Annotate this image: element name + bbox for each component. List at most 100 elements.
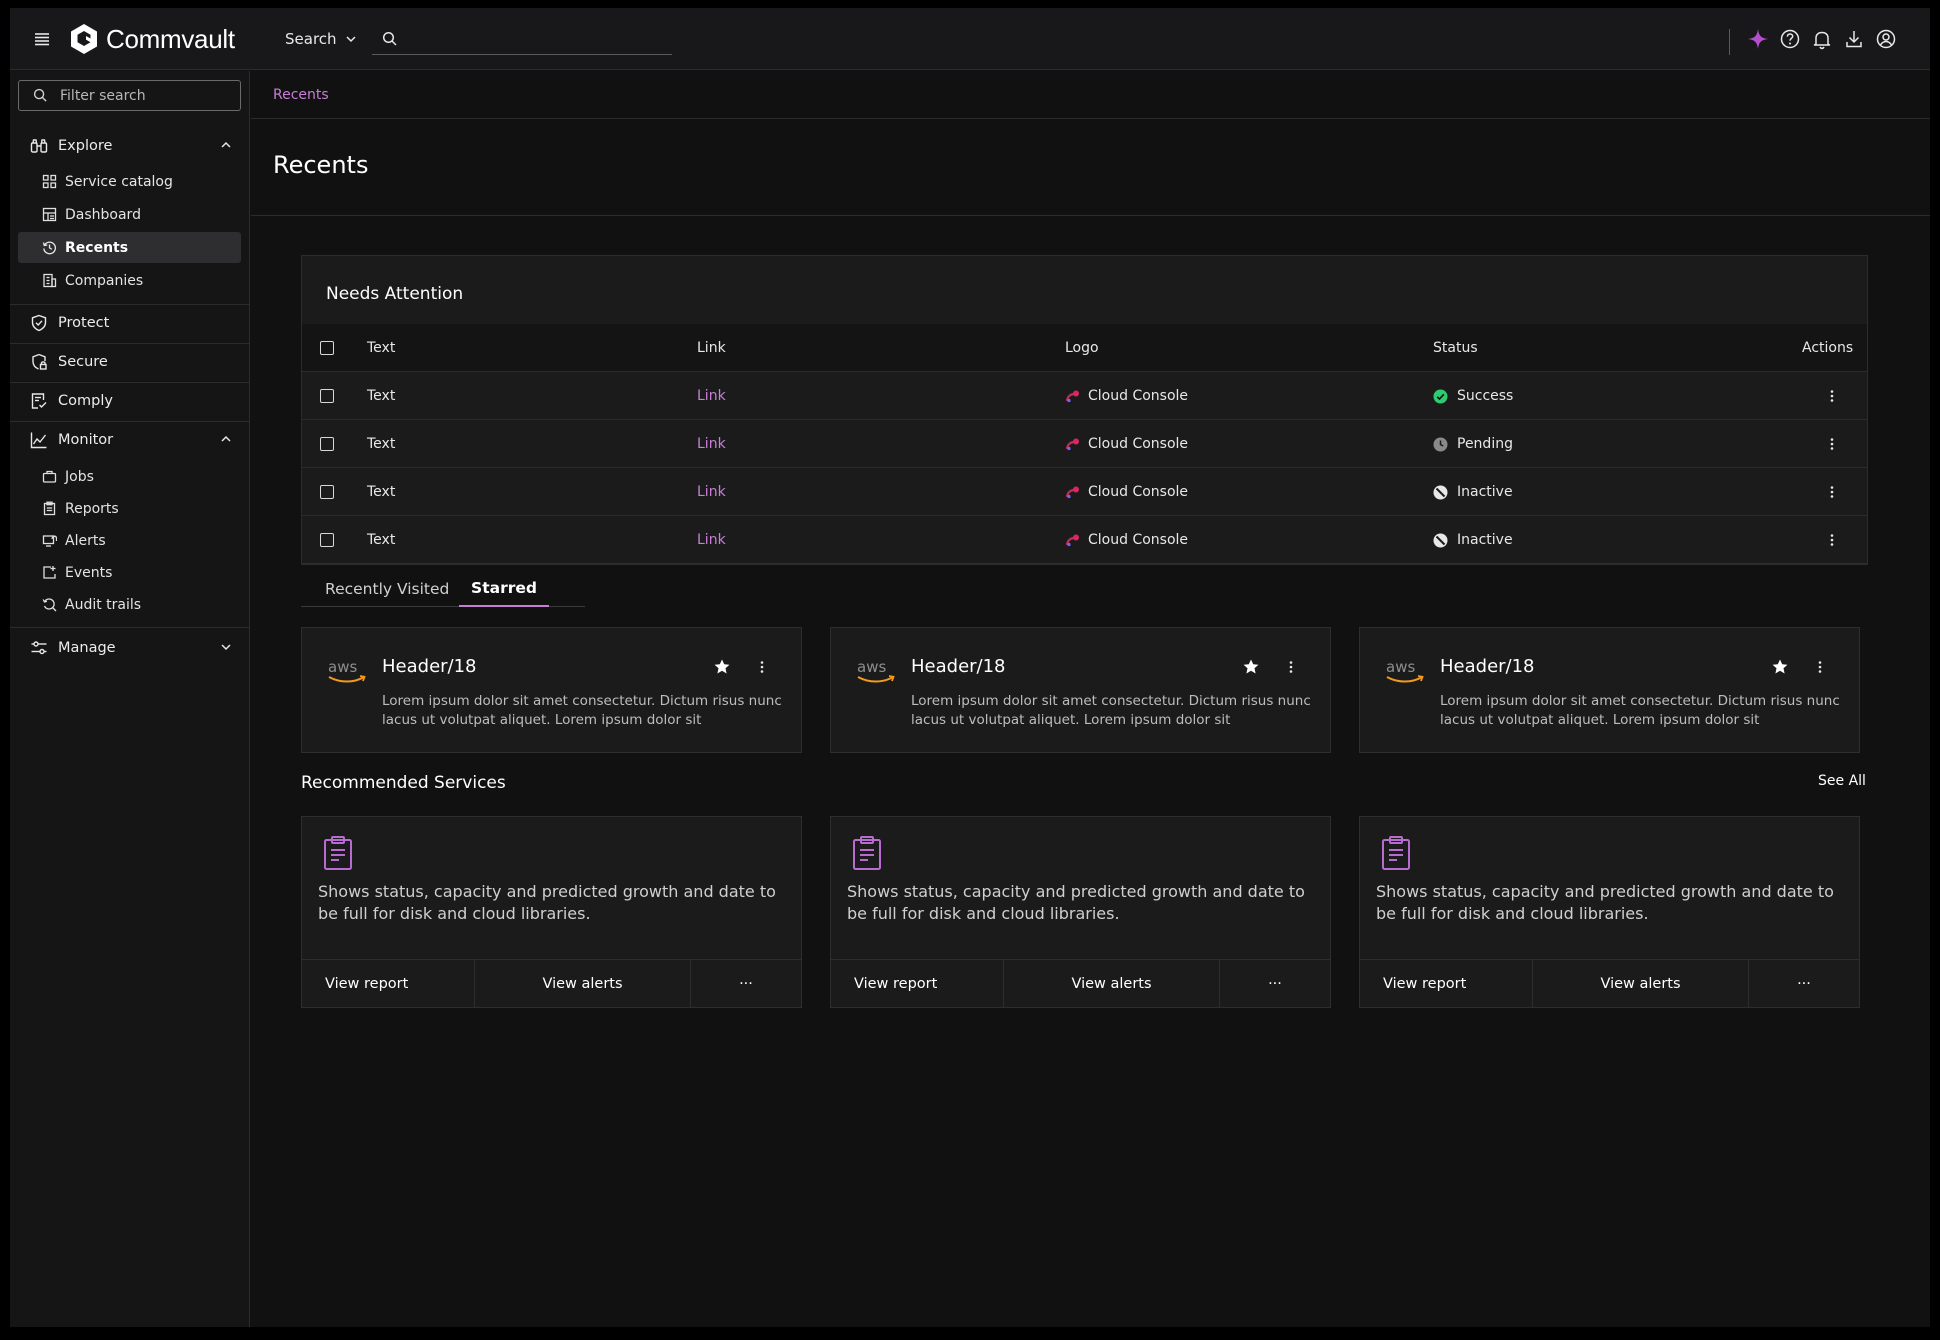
- recommended-card-actions: View report View alerts ···: [831, 959, 1330, 1007]
- row-link[interactable]: Link: [697, 516, 726, 564]
- sidebar-item-label: Audit trails: [65, 596, 142, 613]
- row-actions-kebab-icon[interactable]: [1823, 531, 1841, 549]
- breadcrumb-item-recents[interactable]: Recents: [273, 87, 329, 103]
- starred-card-title: Header/18: [382, 656, 477, 677]
- row-link[interactable]: Link: [697, 420, 726, 468]
- search-icon: [382, 31, 398, 47]
- row-checkbox[interactable]: [320, 533, 334, 547]
- cloud-console-logo-icon: [1065, 389, 1081, 403]
- help-icon[interactable]: [1779, 28, 1801, 50]
- view-report-button[interactable]: View report: [1360, 960, 1533, 1007]
- see-all-link[interactable]: See All: [1818, 773, 1866, 789]
- line-chart-icon: [30, 431, 48, 449]
- view-alerts-button[interactable]: View alerts: [1004, 960, 1220, 1007]
- view-alerts-button[interactable]: View alerts: [1533, 960, 1749, 1007]
- download-icon[interactable]: [1843, 28, 1865, 50]
- row-link[interactable]: Link: [697, 372, 726, 420]
- recommended-card-actions: View report View alerts ···: [302, 959, 801, 1007]
- breadcrumb: Recents: [251, 71, 1930, 119]
- commvault-logo[interactable]: Commvault: [68, 22, 235, 56]
- nav-group-protect[interactable]: Protect: [10, 306, 250, 340]
- bell-icon[interactable]: [1811, 28, 1833, 50]
- starred-card[interactable]: aws Header/18 Lorem ipsum dolor sit amet…: [830, 627, 1331, 753]
- briefcase-icon: [42, 469, 57, 484]
- aws-logo-text: aws: [328, 658, 357, 676]
- column-header-text[interactable]: Text: [367, 324, 395, 372]
- row-logo-label: Cloud Console: [1088, 484, 1189, 500]
- star-icon[interactable]: [1771, 658, 1789, 676]
- chevron-up-icon: [220, 139, 232, 151]
- tab-starred[interactable]: Starred: [459, 571, 549, 607]
- row-checkbox[interactable]: [320, 389, 334, 403]
- select-all-checkbox[interactable]: [320, 341, 334, 355]
- filter-search-input[interactable]: [60, 87, 230, 104]
- global-search: [372, 23, 672, 55]
- sidebar-item-service-catalog[interactable]: Service catalog: [18, 166, 241, 197]
- sidebar-item-label: Alerts: [65, 532, 106, 549]
- nav-group-monitor[interactable]: Monitor: [10, 423, 250, 457]
- nav-group-manage[interactable]: Manage: [10, 631, 250, 665]
- row-logo-label: Cloud Console: [1088, 388, 1189, 404]
- sidebar-item-jobs[interactable]: Jobs: [18, 461, 241, 492]
- more-options-button[interactable]: ···: [1749, 960, 1859, 1007]
- card-kebab-icon[interactable]: [1811, 658, 1829, 676]
- star-icon[interactable]: [1242, 658, 1260, 676]
- sidebar-item-events[interactable]: Events: [18, 557, 241, 588]
- nav-group-comply[interactable]: Comply: [10, 384, 250, 418]
- hamburger-menu-icon[interactable]: [32, 29, 52, 49]
- row-status-label: Inactive: [1457, 484, 1513, 500]
- nav-group-label: Monitor: [58, 432, 114, 448]
- ai-sparkle-icon[interactable]: [1747, 28, 1769, 50]
- starred-card[interactable]: aws Header/18 Lorem ipsum dolor sit amet…: [1359, 627, 1860, 753]
- nav-group-label: Comply: [58, 393, 113, 409]
- view-alerts-button[interactable]: View alerts: [475, 960, 691, 1007]
- card-kebab-icon[interactable]: [753, 658, 771, 676]
- column-header-actions: Actions: [1802, 340, 1854, 356]
- view-report-button[interactable]: View report: [831, 960, 1004, 1007]
- more-options-button[interactable]: ···: [691, 960, 801, 1007]
- table-row: Text Link Cloud Console Pending: [302, 420, 1867, 468]
- row-checkbox[interactable]: [320, 437, 334, 451]
- row-logo: Cloud Console: [1065, 372, 1188, 420]
- starred-card-description: Lorem ipsum dolor sit amet consectetur. …: [382, 693, 782, 728]
- row-link[interactable]: Link: [697, 468, 726, 516]
- recommended-card: Shows status, capacity and predicted gro…: [1359, 816, 1860, 1008]
- sidebar-item-audit-trails[interactable]: Audit trails: [18, 589, 241, 620]
- row-actions-kebab-icon[interactable]: [1823, 435, 1841, 453]
- row-actions-kebab-icon[interactable]: [1823, 387, 1841, 405]
- clipboard-report-icon: [322, 835, 354, 871]
- starred-card[interactable]: aws Header/18 Lorem ipsum dolor sit amet…: [301, 627, 802, 753]
- sidebar-item-recents[interactable]: Recents: [18, 232, 241, 263]
- nav-group-secure[interactable]: Secure: [10, 345, 250, 379]
- column-header-status[interactable]: Status: [1433, 324, 1478, 372]
- aws-logo: aws: [326, 658, 368, 686]
- star-icon[interactable]: [713, 658, 731, 676]
- column-header-logo[interactable]: Logo: [1065, 324, 1099, 372]
- tab-recently-visited[interactable]: Recently Visited: [325, 571, 449, 607]
- inactive-block-icon: [1433, 485, 1448, 500]
- global-search-input[interactable]: [408, 30, 668, 47]
- sidebar-item-reports[interactable]: Reports: [18, 493, 241, 524]
- row-checkbox[interactable]: [320, 485, 334, 499]
- shield-check-icon: [30, 314, 48, 332]
- more-options-button[interactable]: ···: [1220, 960, 1330, 1007]
- table-row: Text Link Cloud Console Inactive: [302, 516, 1867, 564]
- row-status: Success: [1433, 372, 1513, 420]
- starred-card-title: Header/18: [911, 656, 1006, 677]
- card-kebab-icon[interactable]: [1282, 658, 1300, 676]
- sidebar-item-label: Service catalog: [65, 173, 173, 190]
- search-scope-dropdown[interactable]: Search: [285, 28, 357, 50]
- pending-clock-icon: [1433, 437, 1448, 452]
- clipboard-report-icon: [1380, 835, 1412, 871]
- starred-card-title: Header/18: [1440, 656, 1535, 677]
- sidebar-item-companies[interactable]: Companies: [18, 265, 241, 296]
- app-window: Commvault Search Filter search Explore S…: [10, 8, 1930, 1327]
- view-report-button[interactable]: View report: [302, 960, 475, 1007]
- row-actions-kebab-icon[interactable]: [1823, 483, 1841, 501]
- user-avatar-icon[interactable]: [1875, 28, 1897, 50]
- events-icon: [42, 565, 57, 580]
- sidebar-item-alerts[interactable]: Alerts: [18, 525, 241, 556]
- column-header-link[interactable]: Link: [697, 324, 726, 372]
- sidebar-item-dashboard[interactable]: Dashboard: [18, 199, 241, 230]
- nav-group-explore[interactable]: Explore: [10, 129, 250, 163]
